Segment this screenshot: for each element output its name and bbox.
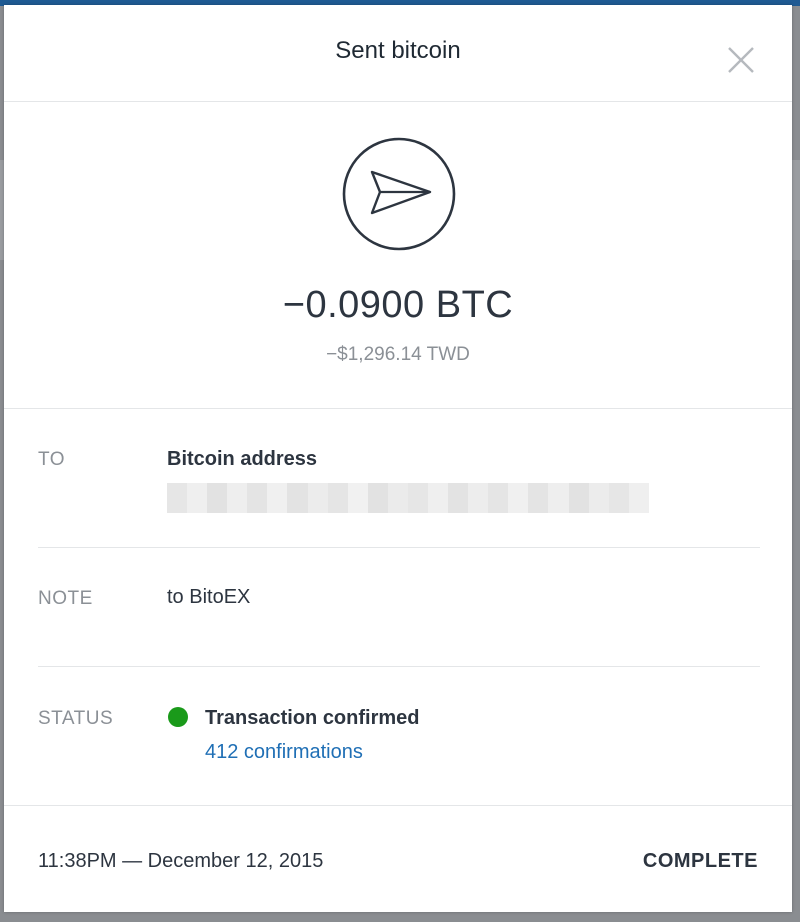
transaction-detail-modal: Sent bitcoin −0.0900 BTC −$1,296.14 TWD … [4, 5, 792, 912]
status-value: Transaction confirmed [205, 707, 420, 729]
transaction-state: COMPLETE [642, 850, 758, 872]
status-label: STATUS [38, 708, 114, 729]
row-divider [38, 547, 760, 548]
redacted-bitcoin-address [167, 483, 649, 513]
close-button[interactable] [724, 43, 758, 77]
fiat-amount: −$1,296.14 TWD [326, 344, 470, 365]
modal-title: Sent bitcoin [335, 37, 461, 64]
to-label: TO [38, 449, 66, 470]
note-label: NOTE [38, 588, 93, 609]
note-value: to BitoEX [167, 586, 251, 608]
btc-amount: −0.0900 BTC [282, 284, 514, 326]
background-panel-edge [792, 160, 800, 260]
recipient-type: Bitcoin address [167, 448, 318, 470]
modal-footer: 11:38PM — December 12, 2015 COMPLETE [4, 805, 792, 913]
confirmations-link[interactable]: 412 confirmations [205, 741, 363, 764]
transaction-timestamp: 11:38PM — December 12, 2015 [38, 850, 324, 872]
row-divider [38, 666, 760, 667]
transaction-summary: −0.0900 BTC −$1,296.14 TWD [4, 102, 792, 409]
close-icon [728, 47, 754, 73]
modal-header: Sent bitcoin [4, 5, 792, 102]
paper-plane-icon [342, 137, 456, 251]
status-confirmed-dot [168, 707, 188, 727]
